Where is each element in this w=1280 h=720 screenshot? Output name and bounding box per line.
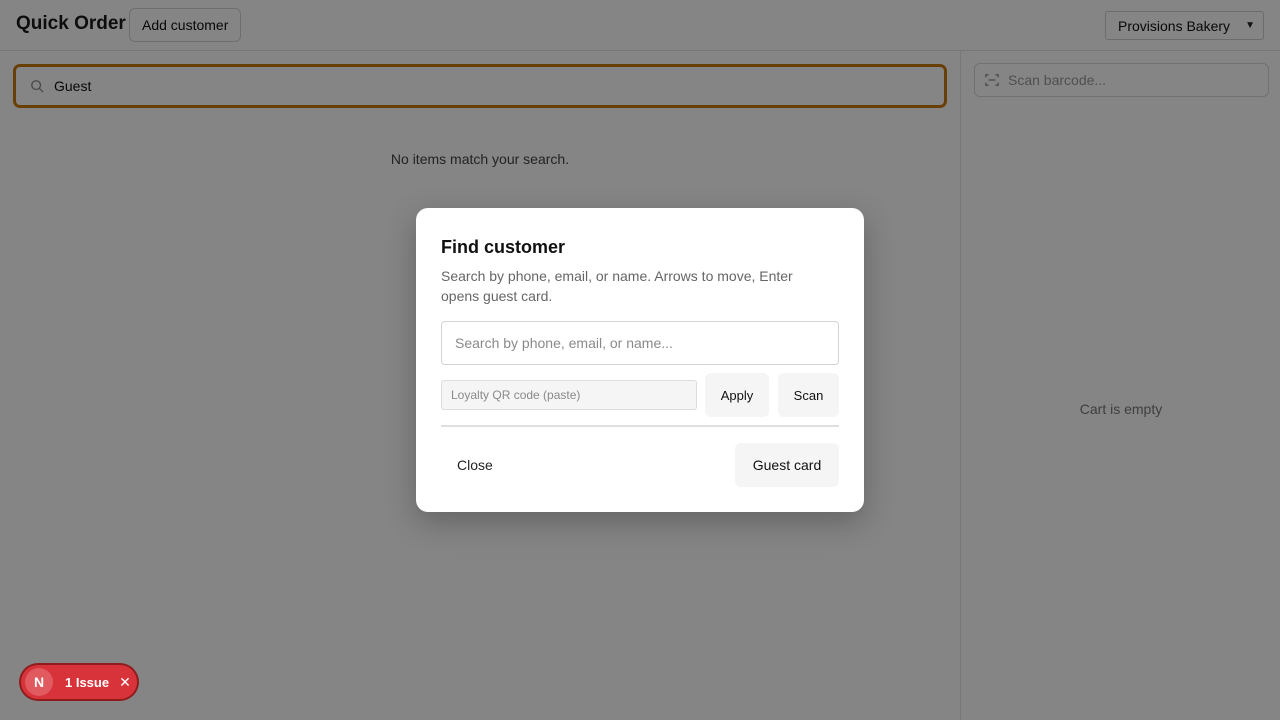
customer-search-placeholder: Search by phone, email, or name...: [455, 335, 673, 351]
dialog-title: Find customer: [441, 237, 566, 257]
apply-button[interactable]: Apply: [705, 373, 769, 417]
customer-search-input[interactable]: Search by phone, email, or name...: [441, 321, 839, 365]
close-button[interactable]: Close: [441, 443, 511, 487]
issues-badge-inner: N 1 Issue ✕: [21, 665, 137, 699]
dialog-divider: [441, 425, 839, 427]
dialog-description: Search by phone, email, or name. Arrows …: [441, 268, 793, 304]
n-logo-icon: N: [25, 668, 53, 696]
close-icon[interactable]: ✕: [119, 674, 131, 691]
issues-count-label: 1 Issue: [65, 674, 110, 690]
issues-badge[interactable]: N 1 Issue ✕: [19, 663, 139, 701]
find-customer-dialog: Find customer Search by phone, email, or…: [416, 208, 864, 512]
loyalty-qr-placeholder: Loyalty QR code (paste): [451, 388, 581, 402]
guest-card-button[interactable]: Guest card: [735, 443, 839, 487]
loyalty-qr-input[interactable]: Loyalty QR code (paste): [441, 380, 697, 410]
scan-button[interactable]: Scan: [778, 373, 839, 417]
